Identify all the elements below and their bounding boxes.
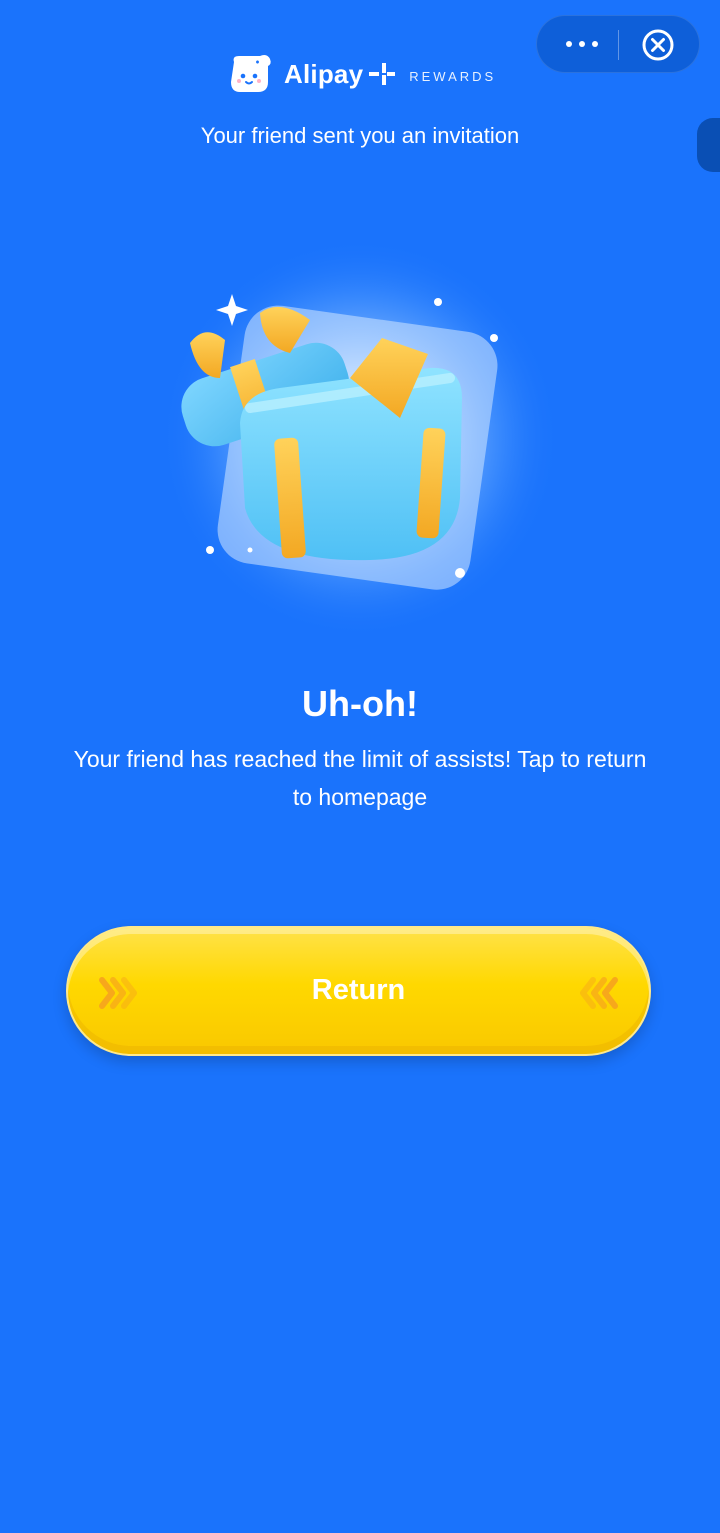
mascot-icon xyxy=(231,55,271,92)
return-button[interactable]: Return xyxy=(66,926,651,1056)
chevrons-left-icon xyxy=(580,977,618,1009)
capsule-divider xyxy=(618,30,619,60)
limit-message: Your friend has reached the limit of ass… xyxy=(73,746,647,810)
open-gift-box-icon xyxy=(160,238,560,638)
brand-rewards-label: REWARDS xyxy=(409,68,497,84)
close-circle-icon[interactable] xyxy=(641,28,675,62)
brand-name: Alipay xyxy=(284,58,364,89)
page-title: Uh-oh! xyxy=(302,683,418,724)
alipay-plus-icon xyxy=(369,63,396,85)
return-button-label: Return xyxy=(311,974,406,1006)
mini-program-capsule xyxy=(536,15,700,73)
more-button[interactable] xyxy=(557,30,607,58)
more-dots-icon xyxy=(592,41,598,47)
invitation-text: Your friend sent you an invitation xyxy=(200,123,520,148)
more-dots-icon xyxy=(579,41,585,47)
more-dots-icon xyxy=(566,41,572,47)
brand-logo: Alipay REWARDS xyxy=(226,52,496,96)
